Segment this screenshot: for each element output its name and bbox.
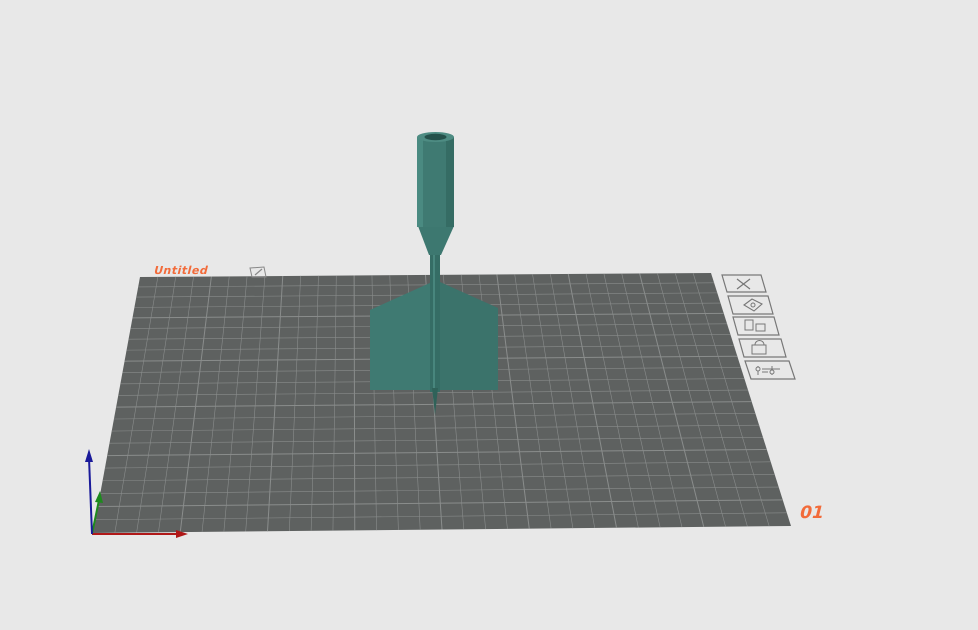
close-icon[interactable] [721, 274, 767, 293]
plate-name-label[interactable]: Untitled [152, 264, 210, 278]
auto-orient-icon[interactable] [727, 295, 774, 315]
lock-icon[interactable] [738, 338, 787, 358]
grid-line [353, 275, 356, 531]
edit-name-icon[interactable] [249, 266, 267, 278]
scene-canvas[interactable] [0, 0, 978, 625]
dart-cone [418, 226, 454, 255]
plate-settings-icon[interactable] [744, 360, 796, 380]
arrange-icon[interactable] [732, 316, 780, 336]
z-axis [88, 457, 93, 535]
3d-viewport[interactable]: Untitled 01 [0, 0, 978, 625]
dart-model[interactable] [370, 132, 498, 415]
dart-shaft [430, 252, 440, 392]
